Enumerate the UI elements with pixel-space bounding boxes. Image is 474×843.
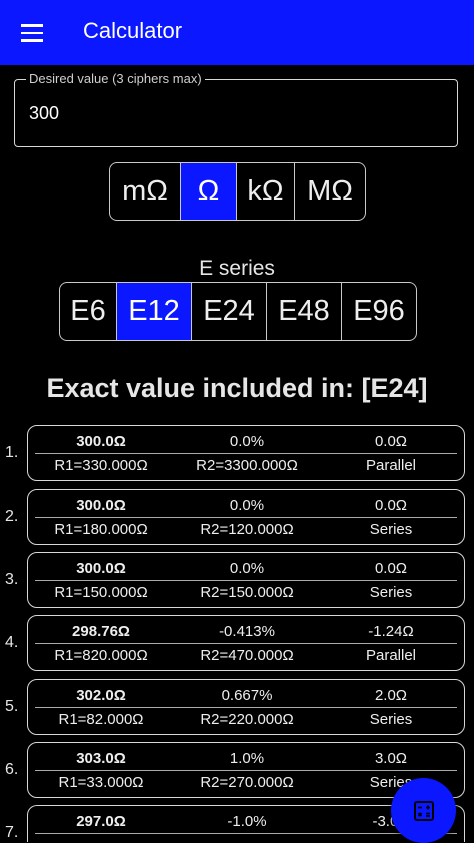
result-error: 1.0%	[229, 750, 265, 767]
result-diff: 0.0Ω	[374, 560, 408, 577]
result-card[interactable]: 300.0Ω 0.0% 0.0Ω R1=330.000Ω R2=3300.000…	[27, 425, 465, 481]
result-r2: R2=3300.000Ω	[196, 457, 298, 474]
result-r2: R2=220.000Ω	[200, 711, 294, 728]
series-option-e12[interactable]: E12	[117, 283, 192, 340]
unit-selector: mΩ Ω kΩ MΩ	[109, 162, 366, 221]
unit-option-megaohm[interactable]: MΩ	[295, 163, 365, 220]
result-mode: Series	[369, 584, 413, 601]
divider	[35, 643, 457, 644]
result-error: 0.667%	[221, 687, 273, 704]
result-r1: R1=180.000Ω	[54, 521, 148, 538]
result-card[interactable]: 300.0Ω 0.0% 0.0Ω R1=180.000Ω R2=120.000Ω…	[27, 489, 465, 545]
result-card[interactable]: 300.0Ω 0.0% 0.0Ω R1=150.000Ω R2=150.000Ω…	[27, 552, 465, 608]
result-error: 0.0%	[229, 497, 265, 514]
divider	[35, 833, 457, 834]
result-mode: Parallel	[365, 457, 417, 474]
unit-option-milliohm[interactable]: mΩ	[110, 163, 181, 220]
series-option-e48[interactable]: E48	[267, 283, 342, 340]
app-bar: Calculator	[0, 0, 474, 65]
result-card[interactable]: 302.0Ω 0.667% 2.0Ω R1=82.000Ω R2=220.000…	[27, 679, 465, 735]
divider	[35, 707, 457, 708]
row-number: 3.	[5, 571, 19, 588]
result-r1: R1=33.000Ω	[58, 774, 144, 791]
result-error: -0.413%	[219, 623, 275, 640]
row-number: 5.	[5, 698, 19, 715]
desired-value-input[interactable]: 300	[29, 103, 59, 124]
result-r1: R1=150.000Ω	[54, 584, 148, 601]
menu-icon[interactable]	[21, 24, 43, 42]
result-value: 303.0Ω	[76, 750, 126, 767]
result-mode: Series	[369, 521, 413, 538]
series-option-e6[interactable]: E6	[60, 283, 117, 340]
exact-value-heading: Exact value included in: [E24]	[46, 373, 428, 403]
result-mode: Series	[369, 711, 413, 728]
result-diff: 0.0Ω	[374, 433, 408, 450]
row-number: 1.	[5, 444, 19, 461]
result-r2: R2=470.000Ω	[200, 647, 294, 664]
result-error: 0.0%	[229, 560, 265, 577]
result-r2: R2=120.000Ω	[200, 521, 294, 538]
divider	[35, 517, 457, 518]
row-number: 2.	[5, 508, 19, 525]
result-value: 297.0Ω	[76, 813, 126, 830]
result-value: 298.76Ω	[72, 623, 130, 640]
result-r2: R2=270.000Ω	[200, 774, 294, 791]
result-diff: 3.0Ω	[374, 750, 408, 767]
result-mode: Parallel	[365, 647, 417, 664]
result-diff: 2.0Ω	[374, 687, 408, 704]
app-title: Calculator	[83, 18, 183, 43]
calculator-icon	[413, 800, 434, 821]
result-r1: R1=820.000Ω	[54, 647, 148, 664]
divider	[35, 770, 457, 771]
series-selector: E6 E12 E24 E48 E96	[59, 282, 417, 341]
result-error: 0.0%	[229, 433, 265, 450]
unit-option-kiloohm[interactable]: kΩ	[237, 163, 295, 220]
result-diff: -1.24Ω	[368, 623, 414, 640]
result-r1: R1=82.000Ω	[58, 711, 144, 728]
result-r1: R1=330.000Ω	[54, 457, 148, 474]
series-option-e24[interactable]: E24	[192, 283, 267, 340]
desired-value-field[interactable]: Desired value (3 ciphers max) 300	[14, 71, 458, 147]
result-value: 302.0Ω	[76, 687, 126, 704]
row-number: 6.	[5, 761, 19, 778]
result-card[interactable]: 298.76Ω -0.413% -1.24Ω R1=820.000Ω R2=47…	[27, 615, 465, 671]
result-value: 300.0Ω	[76, 497, 126, 514]
divider	[35, 580, 457, 581]
series-label: E series	[199, 257, 275, 280]
unit-option-ohm[interactable]: Ω	[181, 163, 237, 220]
calculate-fab-button[interactable]	[391, 778, 456, 843]
result-value: 300.0Ω	[76, 433, 126, 450]
desired-value-label: Desired value (3 ciphers max)	[26, 71, 205, 86]
result-value: 300.0Ω	[76, 560, 126, 577]
row-number: 4.	[5, 634, 19, 651]
series-option-e96[interactable]: E96	[342, 283, 416, 340]
row-number: 7.	[5, 824, 19, 841]
result-r2: R2=150.000Ω	[200, 584, 294, 601]
result-diff: 0.0Ω	[374, 497, 408, 514]
result-error: -1.0%	[227, 813, 267, 830]
divider	[35, 453, 457, 454]
